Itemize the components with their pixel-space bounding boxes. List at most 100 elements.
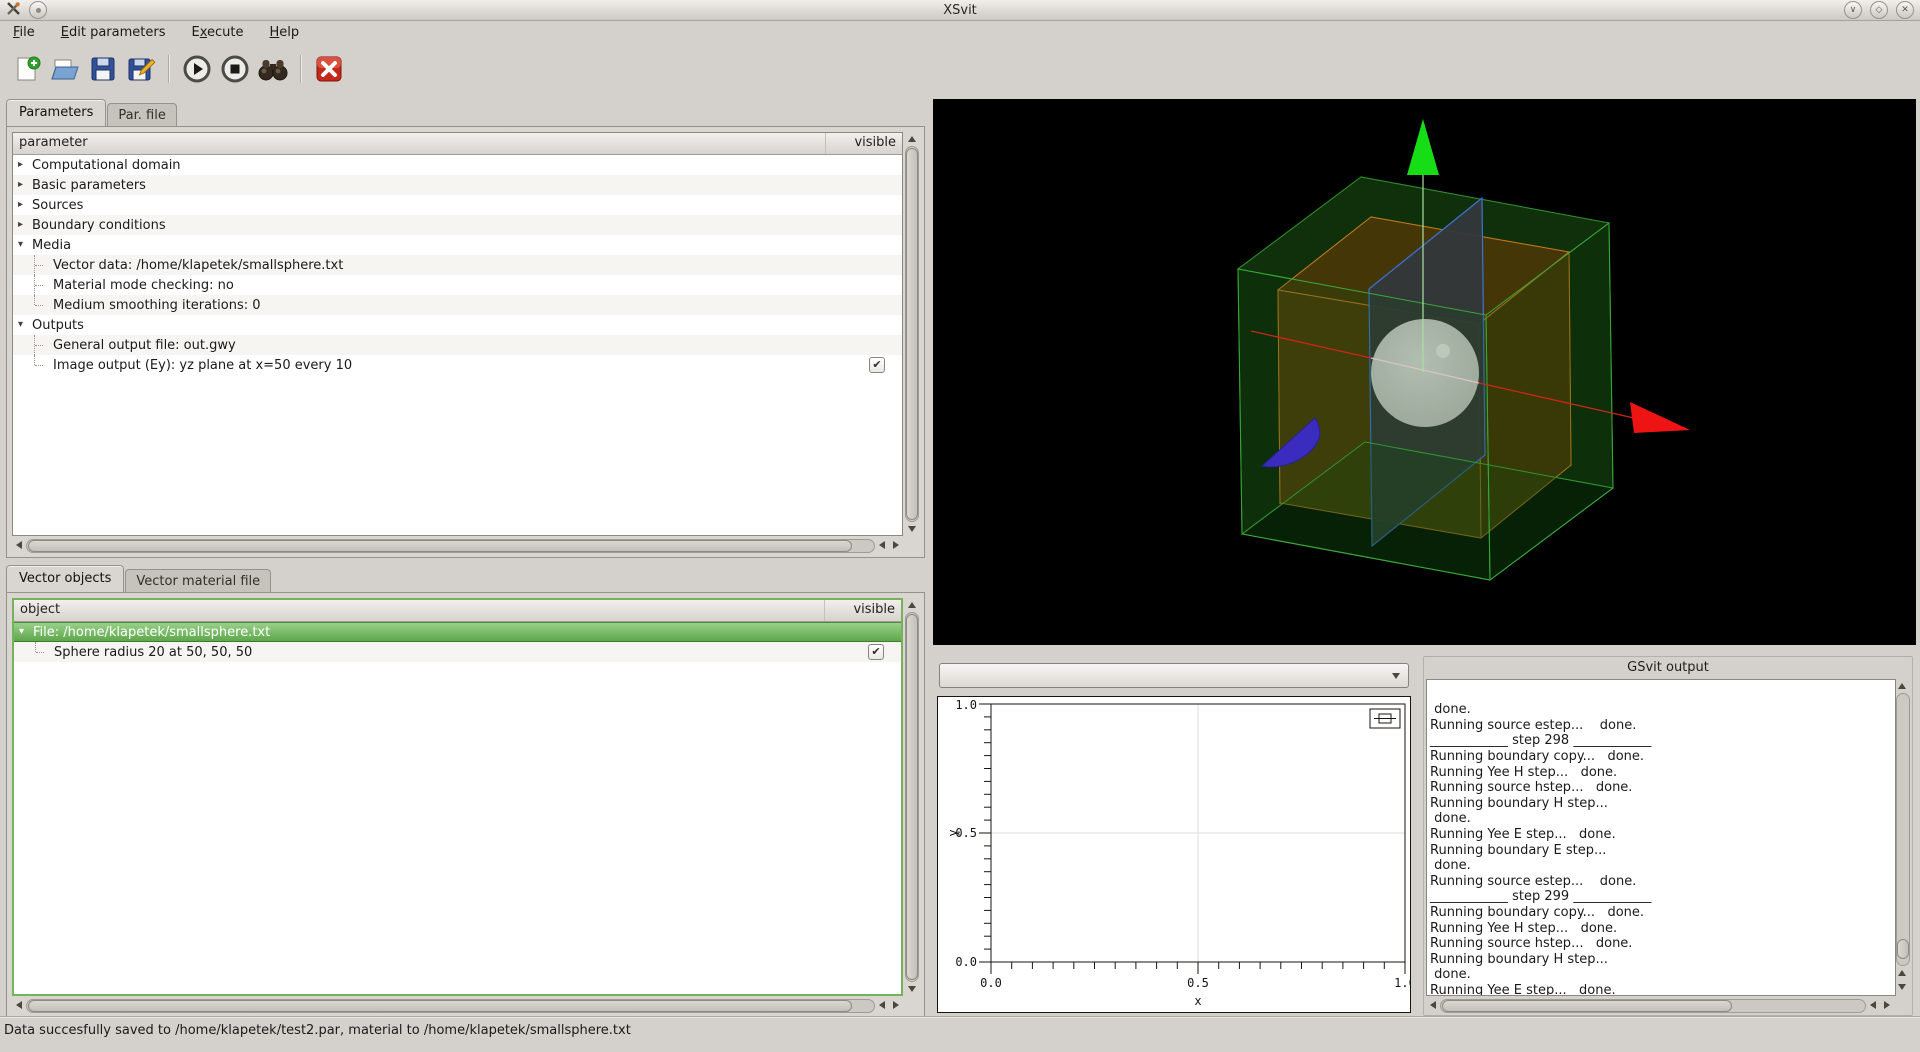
scroll-down-button[interactable] (905, 982, 919, 996)
scrollbar-thumb[interactable] (28, 540, 852, 552)
parameters-panel: parameter visible ▸Computational domain▸… (6, 126, 925, 558)
scrollbar-thumb[interactable] (906, 148, 918, 520)
expander-icon[interactable]: ▾ (19, 622, 32, 642)
visible-column-cell: ✔ (851, 644, 901, 660)
scroll-up-button[interactable] (905, 598, 919, 612)
horizontal-scrollbar[interactable] (12, 536, 903, 552)
quit-icon (316, 56, 342, 82)
tree-row[interactable]: ▾Outputs (13, 315, 902, 335)
open-file-button[interactable] (46, 50, 84, 88)
stop-button[interactable] (216, 50, 254, 88)
scroll-up-button-secondary[interactable] (1895, 966, 1909, 980)
y-axis-arrow (1407, 119, 1439, 175)
quit-button[interactable] (310, 50, 348, 88)
vertical-scrollbar[interactable] (903, 132, 919, 536)
tab-par-file[interactable]: Par. file (107, 103, 176, 126)
scroll-left-button-secondary[interactable] (1866, 998, 1880, 1012)
vertical-scrollbar[interactable] (903, 598, 919, 996)
console-line: Running source estep... done. (1430, 718, 1895, 734)
tree-row-label: Sphere radius 20 at 50, 50, 50 (54, 645, 252, 660)
scroll-left-button[interactable] (1426, 998, 1440, 1012)
expander-icon[interactable]: ▾ (18, 315, 31, 335)
scroll-right-button[interactable] (889, 998, 903, 1012)
visible-checkbox[interactable]: ✔ (868, 644, 884, 660)
expander-icon[interactable]: ▾ (18, 235, 31, 255)
image-output-combobox[interactable] (939, 663, 1409, 688)
tree-row[interactable]: Medium smoothing iterations: 0 (13, 295, 902, 315)
tree-row[interactable]: Material mode checking: no (13, 275, 902, 295)
window-title: XSvit (0, 3, 1920, 18)
tab-parameters[interactable]: Parameters (6, 99, 106, 126)
expander-icon[interactable]: ▸ (18, 215, 31, 235)
arrow-right-icon (893, 1001, 899, 1009)
tree-row-label: Outputs (32, 318, 84, 333)
column-header-object[interactable]: object (14, 600, 824, 621)
console-line: Running source estep... done. (1430, 874, 1895, 890)
close-button[interactable]: ✕ (1896, 1, 1914, 19)
scrollbar-thumb[interactable] (1442, 1000, 1732, 1012)
tab-vector-objects[interactable]: Vector objects (6, 565, 124, 592)
save-as-button[interactable] (122, 50, 160, 88)
run-button[interactable] (178, 50, 216, 88)
scroll-up-button[interactable] (1895, 679, 1909, 693)
tree-row[interactable]: ▸Basic parameters (13, 175, 902, 195)
gl-3d-view[interactable] (933, 99, 1916, 645)
tree-row[interactable]: ▾File: /home/klapetek/smallsphere.txt (14, 622, 901, 642)
save-file-button[interactable] (84, 50, 122, 88)
arrow-left-icon (879, 1001, 885, 1009)
expander-icon[interactable]: ▸ (18, 175, 31, 195)
visible-checkbox[interactable]: ✔ (869, 357, 885, 373)
status-message: Data succesfully saved to /home/klapetek… (4, 1023, 631, 1038)
column-header-visible[interactable]: visible (825, 133, 902, 154)
menu-label-part: H (270, 25, 280, 40)
console-line: Running source hstep... done. (1430, 780, 1895, 796)
scrollbar-corner (903, 996, 919, 1012)
tab-vector-material-file[interactable]: Vector material file (125, 569, 271, 592)
scroll-down-button[interactable] (905, 522, 919, 536)
tree-row[interactable]: ▸Sources (13, 195, 902, 215)
maximize-button[interactable]: ◇ (1870, 1, 1888, 19)
window-menu-button[interactable] (29, 1, 47, 19)
console-vertical-scrollbar[interactable] (1895, 679, 1910, 994)
scrollbar-thumb[interactable] (1897, 939, 1909, 959)
graph-border (938, 697, 1411, 1013)
column-header-visible[interactable]: visible (824, 600, 901, 621)
tree-row[interactable]: Sphere radius 20 at 50, 50, 50 ✔ (14, 642, 901, 662)
scroll-right-button[interactable] (889, 538, 903, 552)
tree-row[interactable]: ▾Media (13, 235, 902, 255)
expander-icon[interactable]: ▸ (18, 195, 31, 215)
horizontal-scrollbar[interactable] (12, 996, 903, 1012)
graph-canvas[interactable]: 1.0 0.5 0.0 0.0 0.5 1.0 y x (937, 696, 1411, 1013)
gsvit-output-frame: GSvit output done.Running source estep..… (1423, 656, 1913, 1016)
tree-row[interactable]: General output file: out.gwy (13, 335, 902, 355)
scroll-left-button[interactable] (12, 538, 26, 552)
scrollbar-thumb[interactable] (906, 614, 918, 980)
scroll-left-button[interactable] (12, 998, 26, 1012)
menu-file[interactable]: File (4, 22, 44, 43)
console-line: done. (1430, 811, 1895, 827)
expander-icon[interactable]: ▸ (18, 155, 31, 175)
menu-label-part: x (200, 25, 207, 40)
scroll-up-button[interactable] (905, 132, 919, 146)
scroll-left-button-secondary[interactable] (875, 998, 889, 1012)
gsvit-console[interactable]: done.Running source estep... done.______… (1426, 679, 1896, 996)
scroll-left-button-secondary[interactable] (875, 538, 889, 552)
menu-edit-parameters[interactable]: Edit parameters (52, 22, 175, 43)
preview-button[interactable] (254, 50, 292, 88)
scroll-down-button[interactable] (1895, 980, 1909, 994)
menu-help[interactable]: Help (261, 22, 309, 43)
column-header-parameter[interactable]: parameter (13, 133, 825, 154)
arrow-down-icon (908, 526, 916, 532)
scroll-right-button[interactable] (1880, 998, 1894, 1012)
tree-row[interactable]: ▸Boundary conditions (13, 215, 902, 235)
vector-tab-bar: Vector objects Vector material file (6, 566, 272, 592)
graph-zoom-button[interactable] (1370, 709, 1400, 728)
tree-row[interactable]: Vector data: /home/klapetek/smallsphere.… (13, 255, 902, 275)
new-file-button[interactable] (8, 50, 46, 88)
tree-row[interactable]: ▸Computational domain (13, 155, 902, 175)
minimize-button[interactable]: ∨ (1844, 1, 1862, 19)
menu-execute[interactable]: Execute (183, 22, 253, 43)
console-horizontal-scrollbar[interactable] (1426, 998, 1894, 1013)
tree-row[interactable]: Image output (Ey): yz plane at x=50 ever… (13, 355, 902, 375)
scrollbar-thumb[interactable] (28, 1000, 852, 1012)
